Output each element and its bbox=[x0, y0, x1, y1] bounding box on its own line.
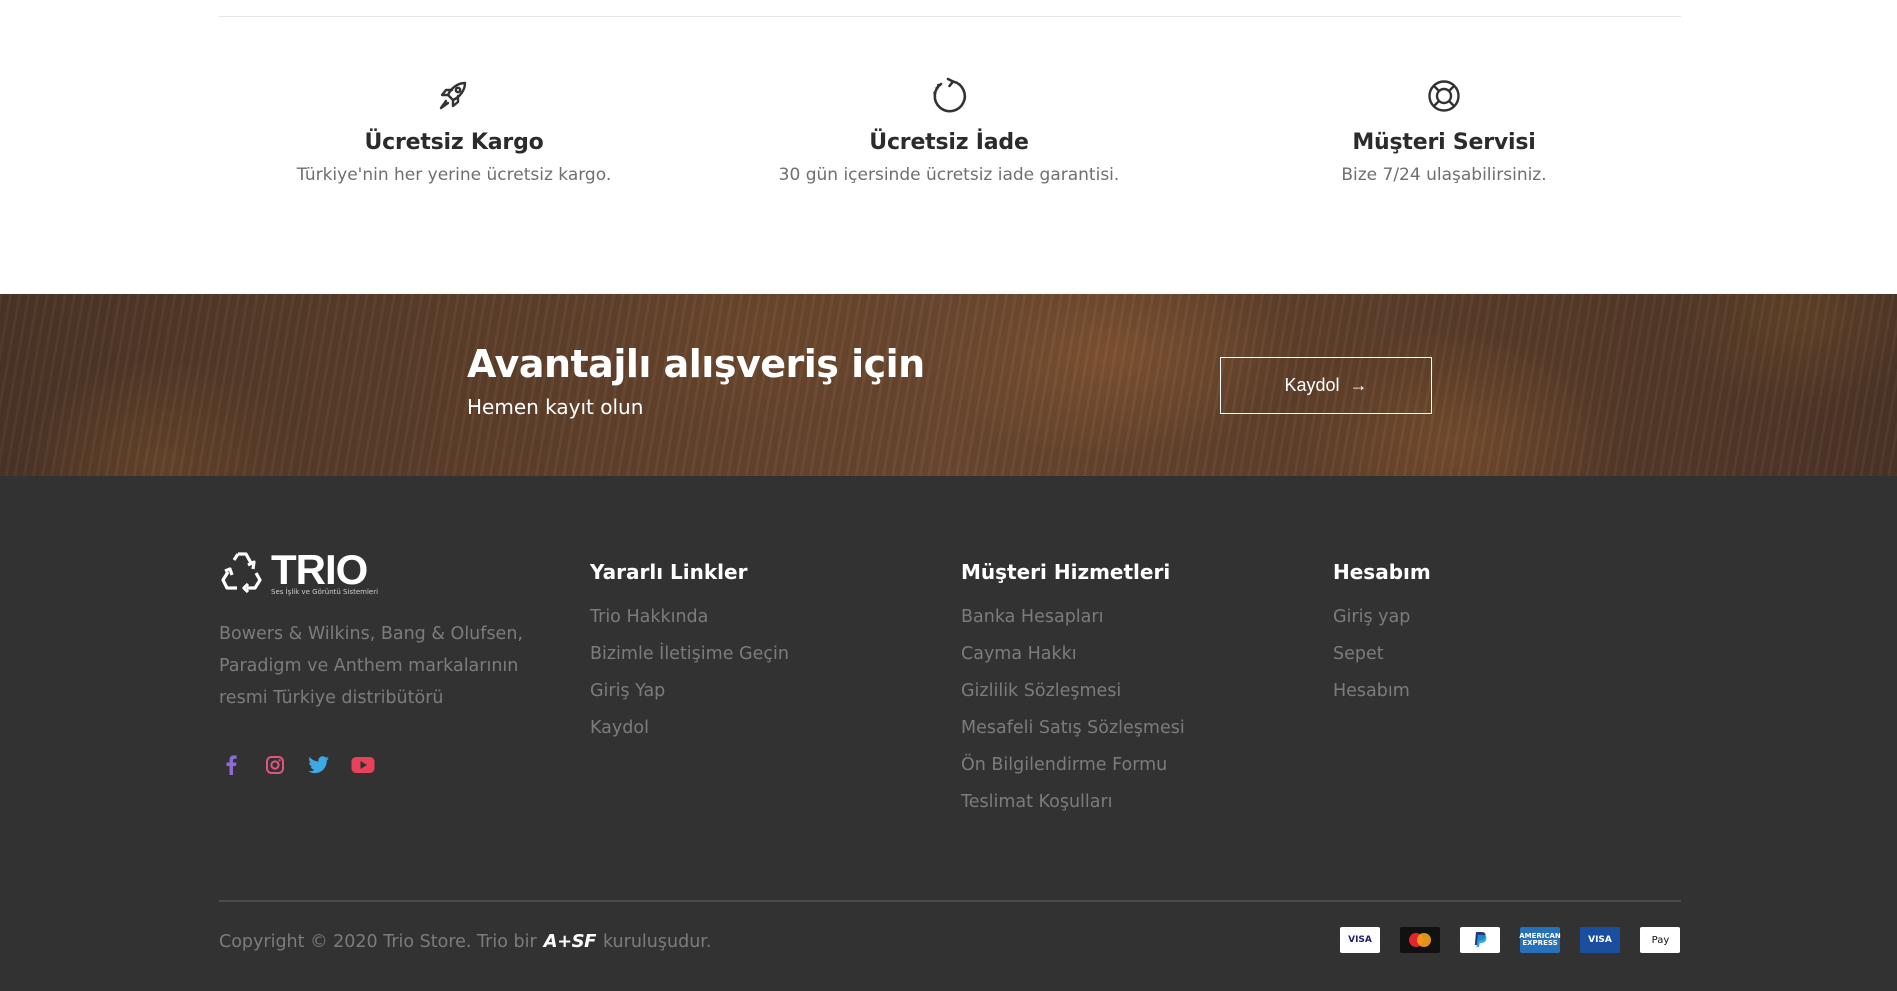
feature-title: Ücretsiz Kargo bbox=[364, 130, 544, 155]
visa-label: VISA bbox=[1348, 935, 1372, 945]
feature-title: Müşteri Servisi bbox=[1352, 130, 1536, 155]
wood-texture bbox=[0, 294, 1897, 476]
visa-electron-icon: VISA bbox=[1580, 927, 1620, 953]
recycle-logo-icon bbox=[221, 552, 262, 594]
footer-link[interactable]: Giriş yap bbox=[1333, 604, 1431, 641]
signup-button[interactable]: Kaydol → bbox=[1220, 357, 1432, 414]
paypal-icon bbox=[1460, 927, 1500, 953]
amex-icon: AMERICAN EXPRESS bbox=[1519, 927, 1561, 953]
feature-free-shipping: Ücretsiz Kargo Türkiye'nin her yerine üc… bbox=[254, 76, 654, 185]
account-column: Hesabım Giriş yap Sepet Hesabım bbox=[1333, 560, 1431, 715]
footer-link[interactable]: Trio Hakkında bbox=[590, 604, 789, 641]
logo-tagline: Ses İşlik ve Görüntü Sistemleri bbox=[271, 588, 379, 596]
asf-logo[interactable]: A+SF bbox=[544, 931, 597, 952]
footer-link[interactable]: Sepet bbox=[1333, 641, 1431, 678]
top-divider bbox=[219, 16, 1681, 17]
column-title: Hesabım bbox=[1333, 560, 1431, 584]
social-links bbox=[219, 753, 375, 777]
copyright: Copyright © 2020 Trio Store. Trio bir A+… bbox=[219, 931, 711, 952]
footer-link[interactable]: Mesafeli Satış Sözleşmesi bbox=[961, 715, 1185, 752]
footer-link[interactable]: Giriş Yap bbox=[590, 678, 789, 715]
footer-divider bbox=[219, 900, 1681, 902]
arrow-right-icon: → bbox=[1349, 375, 1368, 395]
payment-methods: VISA AMERICAN EXPRESS VISA Pay bbox=[1340, 927, 1680, 953]
visa-icon: VISA bbox=[1340, 927, 1380, 953]
footer-link[interactable]: Gizlilik Sözleşmesi bbox=[961, 678, 1185, 715]
feature-title: Ücretsiz İade bbox=[869, 130, 1029, 155]
customer-service-column: Müşteri Hizmetleri Banka Hesapları Cayma… bbox=[961, 560, 1185, 826]
amex-label: AMERICAN EXPRESS bbox=[1519, 932, 1561, 947]
feature-customer-service: Müşteri Servisi Bize 7/24 ulaşabilirsini… bbox=[1244, 76, 1644, 185]
banner-subtitle: Hemen kayıt olun bbox=[467, 395, 644, 419]
banner-title: Avantajlı alışveriş için bbox=[467, 342, 925, 386]
logo-text: TRIO bbox=[271, 546, 368, 593]
rocket-icon bbox=[439, 81, 467, 110]
footer-link[interactable]: Teslimat Koşulları bbox=[961, 789, 1185, 826]
footer: TRIO Ses İşlik ve Görüntü Sistemleri Bow… bbox=[0, 476, 1897, 991]
footer-link[interactable]: Ön Bilgilendirme Formu bbox=[961, 752, 1185, 789]
footer-link[interactable]: Kaydol bbox=[590, 715, 789, 752]
youtube-icon[interactable] bbox=[351, 753, 375, 777]
trio-logo[interactable]: TRIO Ses İşlik ve Görüntü Sistemleri bbox=[219, 546, 378, 596]
visa-electron-label: VISA bbox=[1588, 935, 1612, 945]
about-text: Bowers & Wilkins, Bang & Olufsen, Paradi… bbox=[219, 624, 523, 708]
feature-description: 30 gün içersinde ücretsiz iade garantisi… bbox=[778, 165, 1120, 185]
apple-pay-icon: Pay bbox=[1640, 927, 1680, 953]
mastercard-icon bbox=[1400, 927, 1440, 953]
footer-link[interactable]: Hesabım bbox=[1333, 678, 1431, 715]
column-title: Yararlı Linkler bbox=[590, 560, 748, 584]
footer-link[interactable]: Cayma Hakkı bbox=[961, 641, 1185, 678]
feature-description: Türkiye'nin her yerine ücretsiz kargo. bbox=[296, 165, 612, 185]
useful-links-column: Yararlı Linkler Trio Hakkında Bizimle İl… bbox=[590, 560, 789, 752]
column-title: Müşteri Hizmetleri bbox=[961, 560, 1171, 584]
lifebuoy-icon bbox=[1428, 80, 1460, 112]
signup-banner: Avantajlı alışveriş için Hemen kayıt olu… bbox=[0, 294, 1897, 476]
refresh-icon bbox=[933, 77, 967, 113]
facebook-icon[interactable] bbox=[219, 753, 243, 777]
features-section: Ücretsiz Kargo Türkiye'nin her yerine üc… bbox=[0, 0, 1897, 294]
signup-button-label: Kaydol bbox=[1284, 375, 1340, 395]
copyright-text: Copyright © 2020 Trio Store. Trio bir bbox=[219, 931, 537, 952]
apple-pay-label: Pay bbox=[1651, 934, 1670, 946]
footer-link[interactable]: Bizimle İletişime Geçin bbox=[590, 641, 789, 678]
copyright-suffix: kuruluşudur. bbox=[602, 931, 712, 952]
twitter-icon[interactable] bbox=[307, 753, 331, 777]
feature-description: Bize 7/24 ulaşabilirsiniz. bbox=[1341, 165, 1547, 185]
feature-free-return: Ücretsiz İade 30 gün içersinde ücretsiz … bbox=[749, 76, 1149, 185]
footer-link[interactable]: Banka Hesapları bbox=[961, 604, 1185, 641]
instagram-icon[interactable] bbox=[263, 753, 287, 777]
